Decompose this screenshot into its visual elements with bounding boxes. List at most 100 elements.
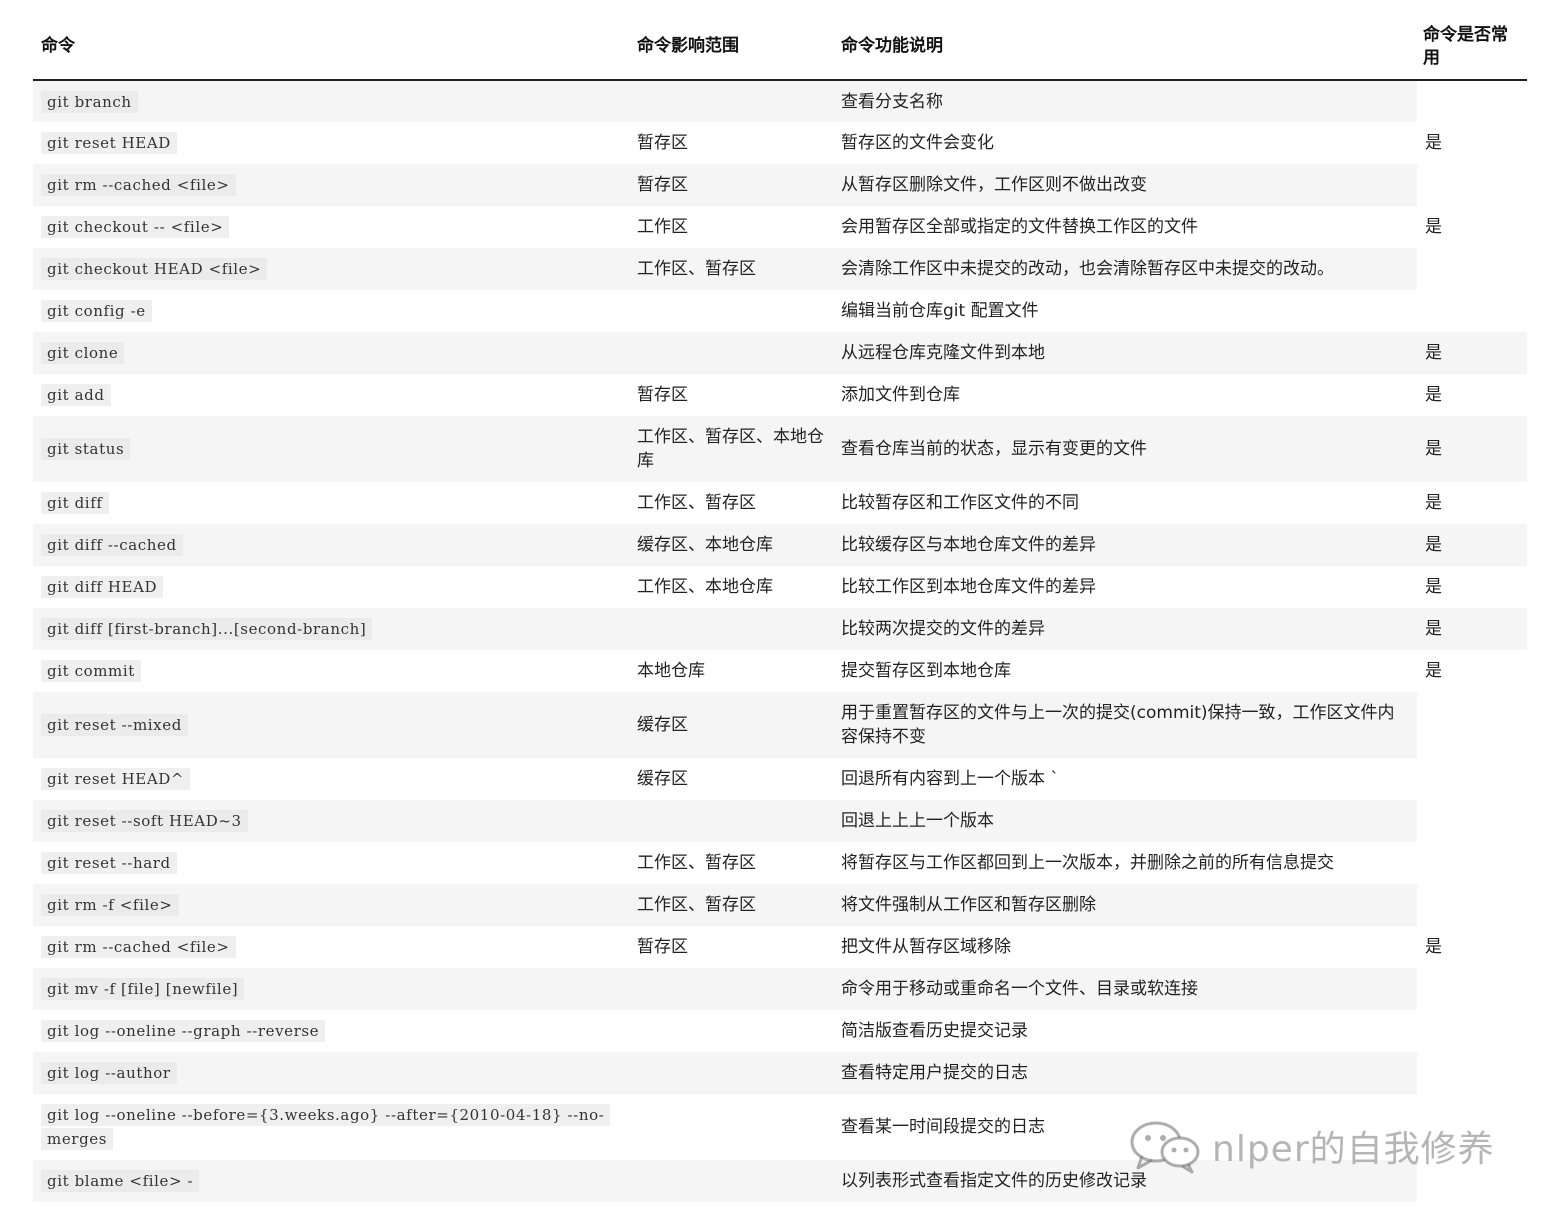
table-row: git config -e 编辑当前仓库git 配置文件 (33, 290, 1527, 332)
cell-common (1417, 968, 1527, 1010)
table-row: git reset --hard 工作区、暂存区 将暂存区与工作区都回到上一次版本，… (33, 842, 1527, 884)
command-code: git checkout -- <file> (41, 216, 230, 238)
cell-scope: 暂存区 (637, 385, 688, 405)
table-row: git mv -f [file] [newfile] 命令用于移动或重命名一个文件… (33, 968, 1527, 1010)
cell-command: git checkout -- <file> (33, 206, 629, 248)
cell-description: 提交暂存区到本地仓库 (841, 661, 1011, 681)
table-row: git reset HEAD^ 缓存区 回退所有内容到上一个版本 ` (33, 758, 1527, 800)
table-row: git log --oneline --before={3.weeks.ago}… (33, 1094, 1527, 1160)
command-code: git log --oneline --before={3.weeks.ago}… (41, 1104, 611, 1150)
cell-description: 用于重置暂存区的文件与上一次的提交(commit)保持一致，工作区文件内容保持不… (833, 692, 1417, 758)
table-row: git diff [first-branch]...[second-branch… (33, 608, 1527, 650)
header-common: 命令是否常用 (1417, 14, 1527, 81)
table-header: 命令 命令影响范围 命令功能说明 命令是否常用 (33, 14, 1527, 81)
cell-command: git rm -f <file> (33, 884, 629, 926)
cell-description: 编辑当前仓库git 配置文件 (841, 301, 1039, 321)
table-row: git diff HEAD 工作区、本地仓库 比较工作区到本地仓库文件的差异 是 (33, 566, 1527, 608)
cell-common: 是 (1425, 577, 1442, 597)
cell-common (1417, 248, 1527, 290)
table-row: git rm --cached <file> 暂存区 把文件从暂存区域移除 是 (33, 926, 1527, 968)
cell-common (1417, 692, 1527, 758)
cell-scope (629, 1094, 833, 1160)
command-code: git commit (41, 660, 141, 682)
cell-description: 比较暂存区和工作区文件的不同 (841, 493, 1079, 513)
cell-command: git branch (33, 80, 629, 122)
table-row: git commit 本地仓库 提交暂存区到本地仓库 是 (33, 650, 1527, 692)
cell-scope: 工作区、暂存区 (637, 853, 756, 873)
header-scope: 命令影响范围 (629, 14, 833, 81)
command-code: git reset --hard (41, 852, 177, 874)
cell-scope: 本地仓库 (637, 661, 705, 681)
command-code: git diff HEAD (41, 576, 164, 598)
cell-common (1417, 1160, 1527, 1202)
cell-command: git reset --mixed (33, 692, 629, 758)
cell-scope: 缓存区、本地仓库 (629, 524, 833, 566)
cell-description: 会用暂存区全部或指定的文件替换工作区的文件 (841, 217, 1198, 237)
cell-scope (629, 1052, 833, 1094)
table-row: git clone 从远程仓库克隆文件到本地是 (33, 332, 1527, 374)
cell-description: 比较两次提交的文件的差异 (833, 608, 1417, 650)
cell-description: 比较工作区到本地仓库文件的差异 (841, 577, 1096, 597)
cell-description: 将文件强制从工作区和暂存区删除 (833, 884, 1417, 926)
cell-command: git status (33, 416, 629, 482)
table-body: git branch 查看分支名称 git reset HEAD 暂存区 暂存区的文件会… (33, 80, 1527, 1202)
table-row: git diff --cached 缓存区、本地仓库 比较缓存区与本地仓库文件的差异… (33, 524, 1527, 566)
command-code: git log --author (41, 1062, 177, 1084)
cell-command: git log --oneline --graph --reverse (33, 1010, 629, 1052)
cell-description: 比较缓存区与本地仓库文件的差异 (833, 524, 1417, 566)
cell-command: git reset --hard (33, 842, 629, 884)
cell-command: git log --author (33, 1052, 629, 1094)
cell-command: git diff HEAD (33, 566, 629, 608)
cell-common: 是 (1425, 493, 1442, 513)
cell-scope: 工作区、暂存区 (629, 248, 833, 290)
cell-scope (629, 332, 833, 374)
table-row: git diff 工作区、暂存区 比较暂存区和工作区文件的不同 是 (33, 482, 1527, 524)
cell-description: 查看某一时间段提交的日志 (841, 1117, 1045, 1137)
table-row: git reset --mixed 缓存区 用于重置暂存区的文件与上一次的提交(co… (33, 692, 1527, 758)
cell-common: 是 (1417, 416, 1527, 482)
table-row: git blame <file> - 以列表形式查看指定文件的历史修改记录 (33, 1160, 1527, 1202)
command-code: git branch (41, 90, 138, 113)
cell-scope: 暂存区 (637, 133, 688, 153)
table-row: git checkout -- <file> 工作区 会用暂存区全部或指定的文件替换… (33, 206, 1527, 248)
command-code: git blame <file> - (41, 1170, 200, 1192)
cell-scope: 暂存区 (629, 164, 833, 206)
cell-description: 添加文件到仓库 (841, 385, 960, 405)
cell-command: git diff [first-branch]...[second-branch… (33, 608, 629, 650)
cell-description: 把文件从暂存区域移除 (841, 937, 1011, 957)
cell-common: 是 (1417, 524, 1527, 566)
cell-common (1417, 80, 1527, 122)
header-command: 命令 (33, 14, 629, 81)
command-code: git add (41, 384, 111, 406)
cell-scope: 暂存区 (637, 937, 688, 957)
cell-command: git mv -f [file] [newfile] (33, 968, 629, 1010)
table-row: git reset HEAD 暂存区 暂存区的文件会变化 是 (33, 122, 1527, 164)
cell-scope: 缓存区 (629, 692, 833, 758)
cell-common: 是 (1425, 385, 1442, 405)
command-code: git checkout HEAD <file> (41, 258, 268, 280)
cell-scope: 工作区、暂存区 (629, 884, 833, 926)
cell-common: 是 (1425, 133, 1442, 153)
cell-command: git diff (33, 482, 629, 524)
command-code: git clone (41, 342, 125, 364)
cell-command: git checkout HEAD <file> (33, 248, 629, 290)
cell-scope: 工作区 (637, 217, 688, 237)
cell-scope (629, 800, 833, 842)
cell-common: 是 (1425, 217, 1442, 237)
cell-command: git clone (33, 332, 629, 374)
cell-command: git add (33, 374, 629, 416)
cell-description: 从远程仓库克隆文件到本地 (833, 332, 1417, 374)
command-code: git status (41, 438, 131, 460)
table-row: git reset --soft HEAD~3 回退上上上一个版本 (33, 800, 1527, 842)
table-row: git log --oneline --graph --reverse 简洁版查看… (33, 1010, 1527, 1052)
cell-description: 命令用于移动或重命名一个文件、目录或软连接 (833, 968, 1417, 1010)
command-code: git reset --mixed (41, 714, 188, 736)
command-code: git config -e (41, 300, 152, 322)
cell-scope: 工作区、暂存区 (637, 493, 756, 513)
cell-command: git reset HEAD (33, 122, 629, 164)
cell-description: 简洁版查看历史提交记录 (841, 1021, 1028, 1041)
cell-common (1417, 1094, 1527, 1160)
command-code: git rm --cached <file> (41, 936, 236, 958)
table-row: git log --author 查看特定用户提交的日志 (33, 1052, 1527, 1094)
cell-common (1417, 1052, 1527, 1094)
